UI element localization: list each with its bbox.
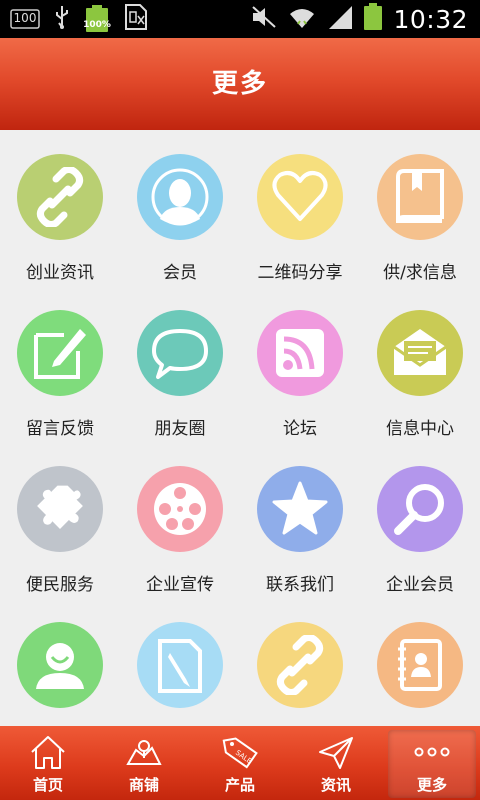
usb-icon [54, 5, 70, 33]
star-icon [272, 481, 328, 535]
status-bar: 100 100% 10:32 [0, 0, 480, 38]
clock: 10:32 [393, 4, 468, 34]
heart-icon [272, 171, 328, 221]
shop-map-icon [126, 740, 162, 765]
nav-label: 产品 [224, 776, 255, 794]
grid-item-forum[interactable]: 论坛 [240, 286, 360, 442]
grid-item-label: 企业会员 [386, 575, 454, 595]
battery-full-icon: 100% [83, 5, 111, 33]
document-pencil-icon [158, 639, 202, 693]
grid-item-info-center[interactable]: 信息中心 [360, 286, 480, 442]
grid-item-user[interactable] [0, 598, 120, 726]
paper-plane-icon [319, 737, 353, 769]
grid-item-circle [17, 154, 103, 240]
battery-percent-label: 100% [83, 20, 111, 30]
grid-item-label: 供/求信息 [383, 263, 457, 283]
chat-bubble-icon [152, 329, 208, 379]
grid-item-enterprise-member[interactable]: 企业会员 [360, 442, 480, 598]
grid-item-supply-demand[interactable]: 供/求信息 [360, 130, 480, 286]
grid-item-circle [377, 622, 463, 708]
battery-icon [363, 3, 383, 35]
nav-label: 商铺 [128, 776, 159, 794]
signal-icon [327, 4, 353, 34]
grid-item-circle [257, 466, 343, 552]
grid-item-circle [137, 622, 223, 708]
grid-item-label: 会员 [163, 263, 197, 283]
nav-shop[interactable]: 商铺 [96, 726, 192, 800]
mail-icon [393, 329, 447, 375]
magnifier-icon [394, 484, 444, 535]
grid-item-qr-share[interactable]: 二维码分享 [240, 130, 360, 286]
more-dots-icon [414, 747, 450, 757]
nav-products[interactable]: SALE 产品 [192, 726, 288, 800]
grid-item-label: 企业宣传 [146, 575, 214, 595]
member-avatar-icon [151, 168, 209, 226]
grid-item-contact-us[interactable]: 联系我们 [240, 442, 360, 598]
grid-item-moments[interactable]: 朋友圈 [120, 286, 240, 442]
grid-item-circle [377, 154, 463, 240]
grid-item-circle [137, 310, 223, 396]
grid-item-feedback[interactable]: 留言反馈 [0, 286, 120, 442]
grid-item-label: 创业资讯 [26, 263, 94, 283]
grid-item-link[interactable] [240, 598, 360, 726]
film-reel-icon [154, 483, 206, 535]
grid-item-label: 论坛 [283, 419, 317, 439]
grid-item-circle [257, 622, 343, 708]
home-icon [31, 736, 65, 769]
grid-item-circle [257, 154, 343, 240]
book-icon [396, 169, 444, 224]
grid-item-label: 二维码分享 [257, 263, 343, 283]
svg-text:SALE: SALE [234, 749, 253, 766]
nav-news[interactable]: 资讯 [288, 726, 384, 800]
link-icon [276, 635, 324, 695]
grid-item-circle [17, 622, 103, 708]
grid-item-circle [377, 466, 463, 552]
wifi-icon [287, 4, 317, 34]
feature-grid: 创业资讯 会员 二维码分享 供/求信息 留言反馈 朋友圈 论坛 信息中心 便民服… [0, 130, 480, 726]
contact-book-icon [398, 639, 442, 691]
grid-item-circle [17, 466, 103, 552]
notification-count: 100 [13, 11, 37, 25]
grid-item-circle [137, 466, 223, 552]
nav-label: 首页 [32, 776, 63, 794]
title-bar: 更多 [0, 38, 480, 130]
grid-item-circle [377, 310, 463, 396]
grid-item-circle [137, 154, 223, 240]
grid-item-label: 信息中心 [386, 419, 454, 439]
nav-more[interactable]: 更多 [384, 726, 480, 800]
edit-note-icon [34, 329, 86, 379]
nav-label: 资讯 [320, 776, 351, 794]
grid-item-label: 留言反馈 [26, 419, 94, 439]
grid-item-convenience-service[interactable]: 便民服务 [0, 442, 120, 598]
mute-icon [251, 5, 277, 33]
grid-item-label: 联系我们 [266, 575, 334, 595]
bottom-nav: 首页 商铺 SALE 产品 资讯 更多 [0, 726, 480, 800]
notification-100-icon: 100 [10, 9, 40, 29]
page-title: 更多 [211, 69, 268, 99]
grid-item-label: 便民服务 [26, 575, 94, 595]
rss-icon [276, 329, 324, 377]
sim-icon [124, 4, 148, 34]
grid-item-document[interactable] [120, 598, 240, 726]
sale-tag-icon: SALE [222, 737, 258, 769]
puzzle-icon [37, 485, 83, 529]
grid-item-corporate-promotion[interactable]: 企业宣传 [120, 442, 240, 598]
link-icon [36, 167, 84, 227]
smiling-user-icon [36, 643, 84, 689]
grid-item-label: 朋友圈 [154, 419, 206, 439]
grid-item-circle [257, 310, 343, 396]
nav-home[interactable]: 首页 [0, 726, 96, 800]
grid-item-member[interactable]: 会员 [120, 130, 240, 286]
nav-label: 更多 [416, 776, 447, 794]
grid-item-circle [17, 310, 103, 396]
grid-item-contacts[interactable] [360, 598, 480, 726]
grid-item-startup-news[interactable]: 创业资讯 [0, 130, 120, 286]
